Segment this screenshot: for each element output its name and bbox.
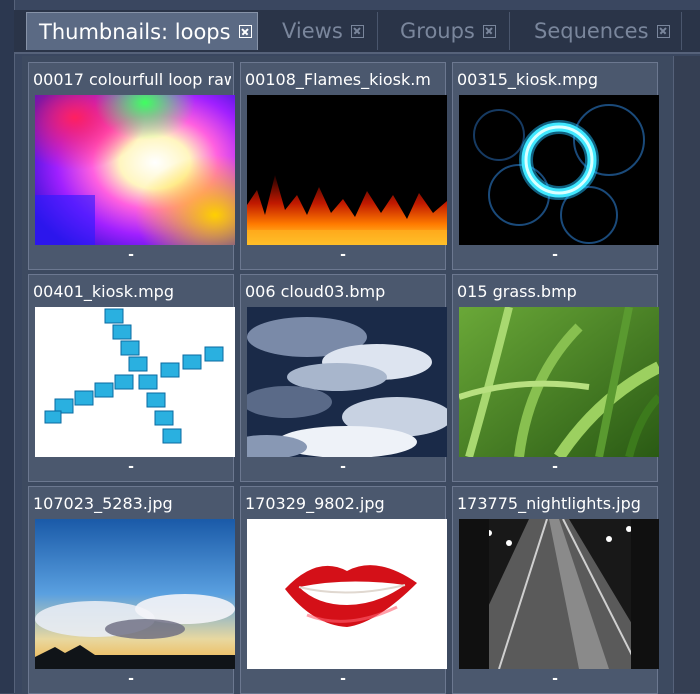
thumbnail-card[interactable]: 173775_nightlights.jpg -: [452, 486, 659, 694]
blue-cubes-image: [35, 307, 235, 457]
left-border: [0, 0, 15, 693]
thumbnail-card[interactable]: 170329_9802.jpg -: [240, 486, 447, 694]
close-icon[interactable]: [238, 25, 252, 38]
close-icon[interactable]: [482, 24, 496, 38]
thumbnail-sub: -: [128, 247, 134, 263]
thumbnail-card[interactable]: 107023_5283.jpg -: [28, 486, 235, 694]
grass-image: [459, 307, 659, 457]
close-icon[interactable]: [350, 24, 364, 38]
thumbnail-name: 00017 colourfull loop raw: [33, 70, 231, 89]
tab-label: Groups: [400, 19, 475, 43]
thumbnail-sub: -: [552, 459, 558, 475]
tab-label: Thumbnails: loops: [39, 19, 231, 44]
flames-image: [247, 95, 447, 245]
thumbnail-name: 00401_kiosk.mpg: [33, 282, 174, 301]
thumbnail-card[interactable]: 006 cloud03.bmp -: [240, 274, 447, 482]
thumbnail-sub: -: [552, 247, 558, 263]
night-road-image: [459, 519, 659, 669]
tab-label: Sequences: [534, 19, 649, 43]
thumbnail-name: 170329_9802.jpg: [245, 494, 385, 513]
tab-bar: Thumbnails: loops Views Groups Sequences: [14, 10, 700, 54]
tab-views[interactable]: Views: [270, 12, 378, 50]
thumbnail-sub: -: [552, 671, 558, 687]
tab-sequences[interactable]: Sequences: [522, 12, 682, 50]
lips-image: [247, 519, 447, 669]
clouds-image: [247, 307, 447, 457]
tab-thumbnails-loops[interactable]: Thumbnails: loops: [26, 12, 258, 50]
thumbnail-card[interactable]: 00401_kiosk.mpg -: [28, 274, 235, 482]
tab-groups[interactable]: Groups: [388, 12, 510, 50]
tab-label: Views: [282, 19, 343, 43]
thumbnail-name: 015 grass.bmp: [457, 282, 577, 301]
thumbnail-card[interactable]: 00108_Flames_kiosk.m -: [240, 62, 447, 270]
sky-sunset-image: [35, 519, 235, 669]
thumbnail-sub: -: [340, 247, 346, 263]
thumbnail-sub: -: [128, 459, 134, 475]
thumbnail-grid: 00017 colourfull loop raw - 00108_Flames…: [22, 56, 674, 694]
glowing-ring-image: [459, 95, 659, 245]
colourful-loop-image: [35, 95, 235, 245]
vertical-scrollbar[interactable]: [673, 56, 700, 693]
app-window: Thumbnails: loops Views Groups Sequences…: [0, 0, 700, 694]
thumbnail-name: 173775_nightlights.jpg: [457, 494, 641, 513]
close-icon[interactable]: [656, 24, 670, 38]
thumbnail-card[interactable]: 00017 colourfull loop raw -: [28, 62, 235, 270]
thumbnail-card[interactable]: 015 grass.bmp -: [452, 274, 659, 482]
thumbnail-name: 006 cloud03.bmp: [245, 282, 386, 301]
thumbnail-sub: -: [128, 671, 134, 687]
thumbnail-sub: -: [340, 671, 346, 687]
thumbnail-name: 107023_5283.jpg: [33, 494, 173, 513]
thumbnail-card[interactable]: 00315_kiosk.mpg -: [452, 62, 659, 270]
thumbnail-sub: -: [340, 459, 346, 475]
thumbnail-name: 00315_kiosk.mpg: [457, 70, 598, 89]
thumbnail-name: 00108_Flames_kiosk.m: [245, 70, 431, 89]
